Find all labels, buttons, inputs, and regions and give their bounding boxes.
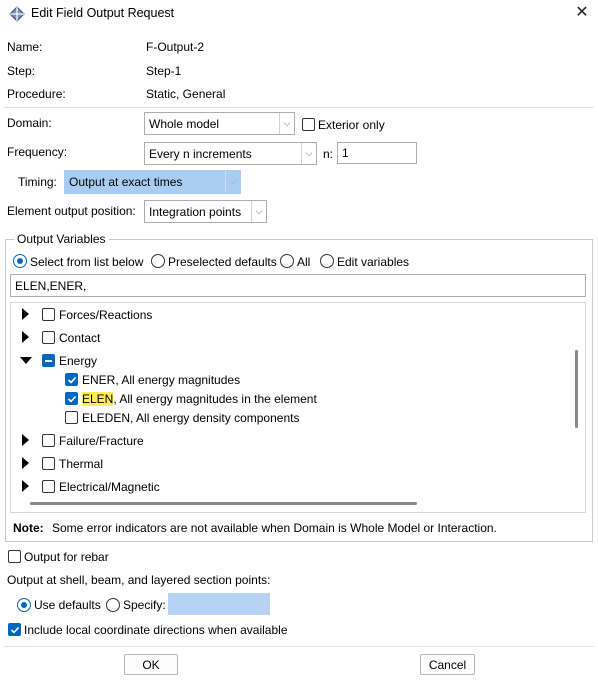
- radio-edit-variables-label: Edit variables: [337, 255, 410, 269]
- radio-all[interactable]: [280, 254, 294, 268]
- thermal-checkbox[interactable]: [42, 457, 55, 470]
- timing-select[interactable]: Output at exact times ⌵: [64, 170, 241, 194]
- radio-preselected-defaults[interactable]: [151, 254, 165, 268]
- procedure-value: Static, General: [146, 87, 226, 101]
- frequency-label: Frequency:: [7, 145, 68, 159]
- local-coords-checkbox[interactable]: [8, 623, 21, 636]
- eleden-checkbox[interactable]: [65, 411, 78, 424]
- expand-arrow-icon[interactable]: [22, 434, 29, 446]
- name-label: Name:: [7, 40, 43, 54]
- check-icon: [67, 376, 77, 384]
- chevron-down-icon: ⌵: [251, 201, 266, 222]
- local-coords-label: Include local coordinate directions when…: [24, 623, 288, 637]
- radio-select-from-list[interactable]: [13, 254, 27, 268]
- check-icon: [10, 626, 20, 634]
- radio-all-label: All: [297, 255, 311, 269]
- exterior-only-checkbox[interactable]: [302, 118, 315, 131]
- expand-arrow-icon[interactable]: [22, 308, 29, 320]
- chevron-down-icon: ⌵: [225, 171, 240, 192]
- tree-item-eleden[interactable]: ELEDEN, All energy density components: [82, 411, 299, 425]
- indeterminate-icon: [45, 360, 52, 362]
- output-variables-label: Output Variables: [14, 232, 109, 246]
- n-input[interactable]: 1: [337, 142, 417, 164]
- name-value: F-Output-2: [146, 40, 205, 54]
- expand-arrow-icon[interactable]: [22, 457, 29, 469]
- vertical-scrollbar[interactable]: [575, 350, 578, 428]
- n-label: n:: [323, 147, 334, 161]
- domain-select-value: Whole model: [149, 116, 220, 131]
- collapse-arrow-icon[interactable]: [20, 357, 32, 364]
- section-points-label: Output at shell, beam, and layered secti…: [7, 573, 271, 587]
- tree-item-ener[interactable]: ENER, All energy magnitudes: [82, 373, 240, 387]
- step-label: Step:: [7, 64, 36, 78]
- radio-specify[interactable]: [106, 598, 120, 612]
- tree-item-energy[interactable]: Energy: [59, 354, 97, 368]
- step-value: Step-1: [146, 64, 182, 78]
- frequency-select-value: Every n increments: [149, 146, 252, 161]
- tree-item-failure[interactable]: Failure/Fracture: [59, 434, 144, 448]
- tree-item-elen[interactable]: ELEN, All energy magnitudes in the eleme…: [82, 392, 317, 406]
- radio-use-defaults-label: Use defaults: [34, 598, 101, 612]
- rebar-label: Output for rebar: [24, 550, 109, 564]
- app-icon: [9, 6, 25, 22]
- elen-checkbox[interactable]: [65, 392, 78, 405]
- radio-specify-label: Specify:: [123, 598, 166, 612]
- note-text: Some error indicators are not available …: [52, 521, 497, 535]
- window-title: Edit Field Output Request: [31, 6, 175, 20]
- element-position-select[interactable]: Integration points ⌵: [144, 200, 267, 223]
- close-icon[interactable]: ✕: [572, 3, 592, 23]
- divider: [4, 646, 594, 647]
- radio-select-from-list-label: Select from list below: [30, 255, 144, 269]
- element-position-select-value: Integration points: [149, 204, 242, 219]
- specify-input[interactable]: [168, 593, 270, 615]
- cancel-button[interactable]: Cancel: [420, 654, 475, 675]
- forces-checkbox[interactable]: [42, 308, 55, 321]
- radio-use-defaults[interactable]: [17, 598, 31, 612]
- note-label: Note:: [13, 521, 44, 535]
- timing-select-value: Output at exact times: [69, 175, 183, 189]
- contact-checkbox[interactable]: [42, 331, 55, 344]
- tree-item-thermal[interactable]: Thermal: [59, 457, 103, 471]
- variables-text-input[interactable]: ELEN,ENER,: [10, 274, 586, 297]
- radio-preselected-defaults-label: Preselected defaults: [168, 255, 277, 269]
- radio-edit-variables[interactable]: [320, 254, 334, 268]
- rebar-checkbox[interactable]: [8, 550, 21, 563]
- tree-item-contact[interactable]: Contact: [59, 331, 100, 345]
- frequency-select[interactable]: Every n increments ⌵: [144, 142, 317, 165]
- domain-label: Domain:: [7, 116, 52, 130]
- element-position-label: Element output position:: [7, 204, 136, 218]
- check-icon: [67, 395, 77, 403]
- domain-select[interactable]: Whole model ⌵: [144, 112, 295, 135]
- chevron-down-icon: ⌵: [279, 113, 294, 134]
- divider: [4, 107, 594, 108]
- expand-arrow-icon[interactable]: [22, 480, 29, 492]
- procedure-label: Procedure:: [7, 87, 66, 101]
- chevron-down-icon: ⌵: [301, 143, 316, 164]
- ok-button[interactable]: OK: [124, 654, 178, 675]
- timing-label: Timing:: [18, 175, 57, 189]
- elen-description: , All energy magnitudes in the element: [113, 392, 317, 406]
- elen-highlight: ELEN: [82, 392, 114, 406]
- failure-checkbox[interactable]: [42, 434, 55, 447]
- energy-checkbox[interactable]: [42, 354, 55, 367]
- exterior-only-label: Exterior only: [318, 118, 385, 132]
- horizontal-scrollbar[interactable]: [30, 502, 417, 505]
- ener-checkbox[interactable]: [65, 373, 78, 386]
- tree-item-electrical[interactable]: Electrical/Magnetic: [59, 480, 160, 494]
- expand-arrow-icon[interactable]: [22, 331, 29, 343]
- electrical-checkbox[interactable]: [42, 480, 55, 493]
- tree-item-forces[interactable]: Forces/Reactions: [59, 308, 152, 322]
